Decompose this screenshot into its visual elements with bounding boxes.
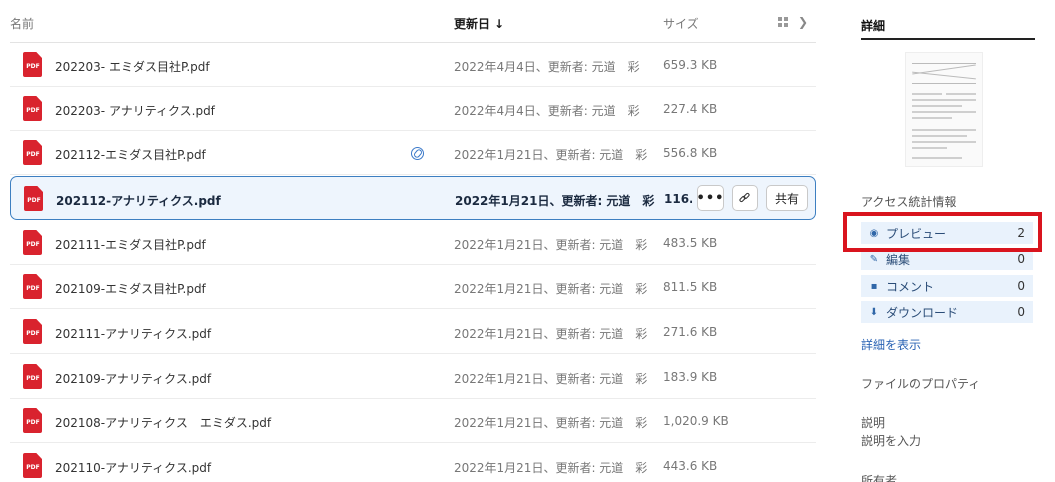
- file-size: 116.8: [664, 192, 692, 206]
- file-size: 483.5 KB: [663, 236, 718, 250]
- description-label: 説明: [861, 416, 886, 430]
- column-header-date[interactable]: 更新日 ↓: [454, 15, 504, 32]
- file-modified: 2022年1月21日、更新者: 元道 彩: [454, 416, 648, 430]
- table-row-selected[interactable]: PDF 202112-アナリティクス.pdf 2022年1月21日、更新者: 元…: [10, 176, 816, 220]
- table-row[interactable]: PDF 202203- エミダス目社P.pdf 2022年4月4日、更新者: 元…: [10, 43, 816, 87]
- stat-label: ダウンロード: [886, 305, 959, 320]
- pdf-file-icon: PDF: [23, 274, 42, 299]
- file-modified: 2022年4月4日、更新者: 元道 彩: [454, 104, 640, 118]
- pdf-file-icon: PDF: [23, 364, 42, 389]
- file-modified: 2022年1月21日、更新者: 元道 彩: [454, 372, 648, 386]
- file-modified: 2022年4月4日、更新者: 元道 彩: [454, 60, 640, 74]
- column-header-date-label: 更新日: [454, 17, 491, 31]
- pdf-file-icon: PDF: [23, 453, 42, 478]
- file-modified: 2022年1月21日、更新者: 元道 彩: [454, 148, 648, 162]
- column-header-size[interactable]: サイズ: [663, 15, 699, 32]
- file-modified: 2022年1月21日、更新者: 元道 彩: [454, 327, 648, 341]
- grid-view-icon[interactable]: [778, 16, 789, 28]
- stat-value: 0: [1017, 279, 1025, 293]
- file-modified: 2022年1月21日、更新者: 元道 彩: [454, 238, 648, 252]
- file-name[interactable]: 202110-アナリティクス.pdf: [55, 459, 211, 476]
- access-stats-title: アクセス統計情報: [861, 195, 957, 209]
- pdf-file-icon: PDF: [23, 96, 42, 121]
- list-header: 名前 更新日 ↓ サイズ ❯: [10, 0, 816, 43]
- pdf-file-icon: PDF: [23, 230, 42, 255]
- file-modified: 2022年1月21日、更新者: 元道 彩: [454, 282, 648, 296]
- table-row[interactable]: PDF 202108-アナリティクス エミダス.pdf 2022年1月21日、更…: [10, 399, 816, 443]
- download-icon: ⬇: [869, 306, 879, 318]
- file-size: 556.8 KB: [663, 146, 718, 160]
- pdf-file-icon: PDF: [23, 319, 42, 344]
- file-size: 811.5 KB: [663, 280, 718, 294]
- owner-label: 所有者: [861, 474, 898, 482]
- table-row[interactable]: PDF 202203- アナリティクス.pdf 2022年4月4日、更新者: 元…: [10, 87, 816, 131]
- pdf-file-icon: PDF: [23, 140, 42, 165]
- sort-down-arrow-icon: ↓: [494, 17, 505, 31]
- column-header-name[interactable]: 名前: [10, 15, 34, 32]
- pencil-icon: ✎: [869, 253, 879, 265]
- file-properties-title: ファイルのプロパティ: [861, 377, 981, 391]
- stat-comment[interactable]: ▪ コメント 0: [861, 275, 1033, 297]
- file-name[interactable]: 202109-アナリティクス.pdf: [55, 370, 211, 387]
- file-size: 271.6 KB: [663, 325, 718, 339]
- link-icon: [738, 192, 751, 204]
- file-name[interactable]: 202112-アナリティクス.pdf: [56, 192, 221, 209]
- file-size: 183.9 KB: [663, 370, 718, 384]
- stat-label: 編集: [886, 252, 911, 267]
- panel-tab-underline: [861, 38, 1035, 40]
- table-row[interactable]: PDF 202111-エミダス目社P.pdf 2022年1月21日、更新者: 元…: [10, 221, 816, 265]
- file-size: 227.4 KB: [663, 102, 718, 116]
- pdf-file-icon: PDF: [23, 408, 42, 433]
- share-button[interactable]: 共有: [766, 185, 808, 211]
- file-size: 443.6 KB: [663, 459, 718, 473]
- comment-icon: ▪: [870, 280, 878, 292]
- file-name[interactable]: 202109-エミダス目社P.pdf: [55, 280, 206, 297]
- file-size: 659.3 KB: [663, 58, 718, 72]
- file-name[interactable]: 202111-アナリティクス.pdf: [55, 325, 211, 342]
- file-modified: 2022年1月21日、更新者: 元道 彩: [455, 194, 655, 208]
- shared-link-icon[interactable]: [411, 147, 424, 160]
- table-row[interactable]: PDF 202110-アナリティクス.pdf 2022年1月21日、更新者: 元…: [10, 444, 816, 482]
- view-controls: ❯: [778, 15, 812, 29]
- row-actions: ••• 共有: [697, 185, 808, 211]
- file-name[interactable]: 202111-エミダス目社P.pdf: [55, 236, 206, 253]
- stat-label: コメント: [886, 279, 935, 294]
- stat-value: 0: [1017, 252, 1025, 266]
- stat-download[interactable]: ⬇ ダウンロード 0: [861, 301, 1033, 323]
- pdf-file-icon: PDF: [24, 186, 43, 211]
- more-options-button[interactable]: •••: [697, 185, 724, 211]
- table-row[interactable]: PDF 202111-アナリティクス.pdf 2022年1月21日、更新者: 元…: [10, 310, 816, 354]
- panel-title[interactable]: 詳細: [861, 17, 885, 34]
- stat-value: 0: [1017, 305, 1025, 319]
- file-size: 1,020.9 KB: [663, 414, 729, 428]
- file-name[interactable]: 202112-エミダス目社P.pdf: [55, 146, 206, 163]
- table-row[interactable]: PDF 202109-アナリティクス.pdf 2022年1月21日、更新者: 元…: [10, 355, 816, 399]
- file-name[interactable]: 202203- アナリティクス.pdf: [55, 102, 215, 119]
- table-row[interactable]: PDF 202112-エミダス目社P.pdf 2022年1月21日、更新者: 元…: [10, 131, 816, 175]
- file-modified: 2022年1月21日、更新者: 元道 彩: [454, 461, 648, 475]
- pdf-file-icon: PDF: [23, 52, 42, 77]
- file-name[interactable]: 202203- エミダス目社P.pdf: [55, 58, 210, 75]
- chevron-right-icon[interactable]: ❯: [798, 15, 812, 29]
- show-details-link[interactable]: 詳細を表示: [861, 336, 921, 353]
- copy-link-button[interactable]: [732, 185, 758, 211]
- table-row[interactable]: PDF 202109-エミダス目社P.pdf 2022年1月21日、更新者: 元…: [10, 265, 816, 309]
- file-list: 名前 更新日 ↓ サイズ ❯ PDF 202203- エミダス目社P.pdf 20…: [10, 0, 816, 482]
- file-preview-thumbnail[interactable]: [905, 52, 983, 167]
- description-input[interactable]: 説明を入力: [861, 432, 921, 449]
- annotation-highlight-box: [843, 212, 1042, 252]
- file-name[interactable]: 202108-アナリティクス エミダス.pdf: [55, 414, 271, 431]
